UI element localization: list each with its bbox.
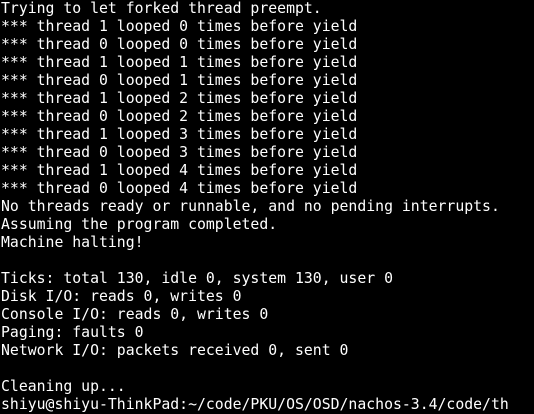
terminal-line: *** thread 1 looped 1 times before yield [1, 54, 358, 71]
terminal-line: Disk I/O: reads 0, writes 0 [1, 288, 242, 305]
terminal-line: Ticks: total 130, idle 0, system 130, us… [1, 270, 393, 287]
terminal-line: Assuming the program completed. [1, 216, 278, 233]
terminal-line: Network I/O: packets received 0, sent 0 [1, 342, 349, 359]
terminal-line: *** thread 0 looped 2 times before yield [1, 108, 358, 125]
terminal-line: Trying to let forked thread preempt. [1, 0, 322, 17]
terminal-line: *** thread 1 looped 3 times before yield [1, 126, 358, 143]
terminal-line: *** thread 0 looped 4 times before yield [1, 180, 358, 197]
terminal-line: Cleaning up... [1, 378, 126, 395]
terminal-line: Console I/O: reads 0, writes 0 [1, 306, 269, 323]
terminal-line: *** thread 0 looped 3 times before yield [1, 144, 358, 161]
terminal-line: No threads ready or runnable, and no pen… [1, 198, 500, 215]
terminal-line: *** thread 0 looped 0 times before yield [1, 36, 358, 53]
terminal-output[interactable]: Trying to let forked thread preempt. *** … [1, 0, 509, 414]
terminal-line: Paging: faults 0 [1, 324, 144, 341]
terminal-line: *** thread 1 looped 4 times before yield [1, 162, 358, 179]
terminal-line: *** thread 0 looped 1 times before yield [1, 72, 358, 89]
terminal-line: *** thread 1 looped 0 times before yield [1, 18, 358, 35]
terminal-line: Machine halting! [1, 234, 144, 251]
shell-prompt: shiyu@shiyu-ThinkPad:~/code/PKU/OS/OSD/n… [1, 396, 509, 413]
terminal-line: *** thread 1 looped 2 times before yield [1, 90, 358, 107]
